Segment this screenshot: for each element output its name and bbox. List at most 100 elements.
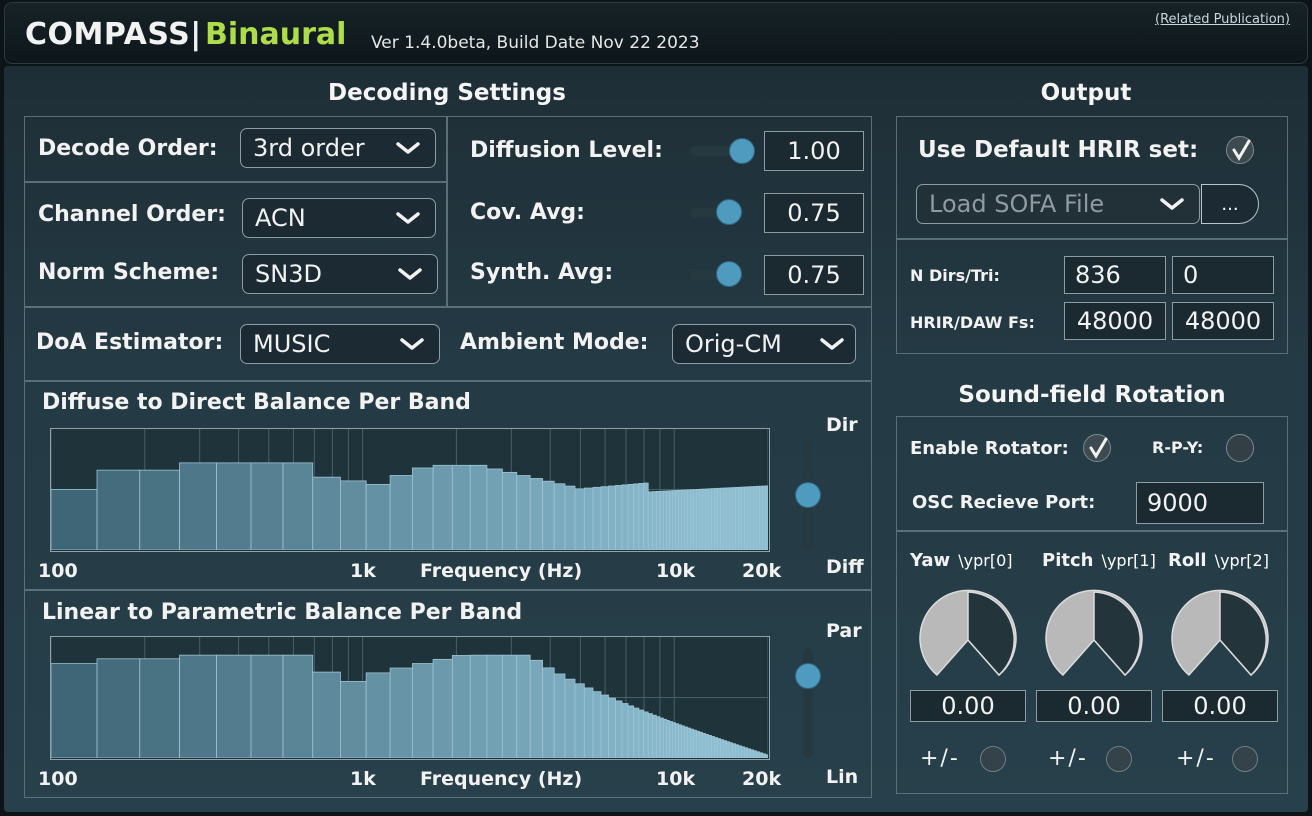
chevron-down-icon [820, 338, 844, 350]
diffuse-balance-graph [51, 429, 769, 551]
band-bar [729, 487, 733, 551]
band-bar [708, 735, 712, 759]
band-bar [486, 468, 503, 551]
synth-avg-label: Synth. Avg: [470, 260, 614, 285]
dir-label: Dir [826, 414, 858, 436]
band-bar [615, 700, 623, 759]
band-bar [720, 739, 724, 759]
rpy-checkbox[interactable] [1226, 434, 1254, 462]
x-tick-10k: 10k [656, 560, 696, 582]
roll-osc-label: \ypr[2] [1214, 551, 1269, 570]
band-bar [501, 471, 518, 551]
decoding-settings-title: Decoding Settings [328, 80, 566, 106]
diffusion-level-slider-thumb[interactable] [729, 138, 755, 164]
channel-order-dropdown[interactable]: ACN [242, 198, 436, 238]
band-bar [627, 483, 635, 551]
linear-balance-plot[interactable] [50, 636, 770, 760]
band-bar [621, 703, 629, 759]
pitch-value[interactable]: 0.00 [1036, 690, 1152, 722]
diffusion-level-value[interactable]: 1.00 [764, 131, 864, 171]
band-bar [608, 485, 616, 551]
band-bar [762, 753, 766, 759]
band-bar [553, 673, 566, 759]
linear-master-slider-thumb[interactable] [795, 662, 821, 689]
band-bar [432, 658, 453, 759]
osc-port-input[interactable]: 9000 [1136, 482, 1264, 524]
pitch-flip-label: +/- [1048, 746, 1088, 771]
doa-estimator-dropdown[interactable]: MUSIC [240, 324, 440, 364]
band-bar [600, 486, 609, 551]
band-bar [501, 654, 518, 759]
x-tick-20k: 20k [742, 560, 782, 582]
diffuse-master-slider-thumb[interactable] [795, 482, 821, 508]
band-bar [312, 671, 341, 759]
chevron-down-icon [396, 142, 420, 154]
band-bar [451, 655, 471, 759]
band-bar [711, 488, 715, 551]
checkmark-icon [1089, 437, 1108, 459]
band-bar [678, 724, 682, 759]
band-bar [684, 489, 688, 551]
band-bar [282, 654, 314, 759]
band-bar [753, 486, 757, 551]
hrir-daw-fs-label: HRIR/DAW Fs: [910, 313, 1035, 332]
use-default-hrir-checkbox[interactable] [1226, 136, 1254, 164]
band-bar [600, 694, 609, 759]
load-sofa-dropdown[interactable]: Load SOFA File [916, 184, 1200, 224]
band-bar [250, 462, 284, 551]
roll-knob[interactable] [1168, 588, 1272, 682]
synth-avg-value[interactable]: 0.75 [764, 255, 864, 295]
roll-flip-toggle[interactable] [1232, 746, 1258, 772]
band-bar [469, 654, 488, 759]
ambient-mode-value: Orig-CM [685, 330, 782, 358]
band-bar [744, 747, 748, 759]
band-bar [732, 487, 736, 551]
band-bar [696, 730, 700, 759]
x-tick-20k: 20k [742, 768, 782, 790]
band-bar [486, 654, 503, 759]
norm-scheme-dropdown[interactable]: SN3D [242, 254, 438, 294]
band-bar [608, 697, 616, 759]
chevron-down-icon [398, 268, 422, 280]
band-bar [669, 721, 673, 759]
band-bar [621, 484, 629, 551]
band-bar [702, 732, 706, 759]
yaw-flip-toggle[interactable] [980, 746, 1006, 772]
roll-value[interactable]: 0.00 [1162, 690, 1278, 722]
par-label: Par [826, 620, 862, 642]
band-bar [529, 659, 544, 759]
band-bar [666, 490, 670, 551]
band-bar [51, 489, 98, 551]
band-bar [411, 663, 434, 759]
band-bar [655, 716, 661, 759]
band-bar [756, 751, 760, 759]
ambient-mode-dropdown[interactable]: Orig-CM [672, 324, 856, 364]
pitch-flip-toggle[interactable] [1106, 746, 1132, 772]
x-axis-label: Frequency (Hz) [420, 560, 583, 582]
related-publication-link[interactable]: (Related Publication) [1155, 12, 1290, 27]
title-bar: COMPASS| Binaural Ver 1.4.0beta, Build D… [4, 2, 1308, 64]
cov-avg-value[interactable]: 0.75 [764, 193, 864, 233]
yaw-knob[interactable] [916, 588, 1020, 682]
band-bar [542, 667, 555, 759]
band-bar [693, 729, 697, 759]
enable-rotator-checkbox[interactable] [1083, 434, 1111, 462]
doa-estimator-value: MUSIC [253, 330, 331, 358]
pitch-knob[interactable] [1042, 588, 1146, 682]
band-bar [738, 745, 742, 759]
band-bar [702, 488, 706, 551]
yaw-value[interactable]: 0.00 [910, 690, 1026, 722]
band-bar [662, 718, 667, 759]
cov-avg-slider-thumb[interactable] [716, 199, 742, 225]
band-bar [365, 672, 391, 759]
diffuse-balance-plot[interactable] [50, 428, 770, 552]
band-bar [659, 490, 664, 551]
chevron-down-icon [396, 212, 420, 224]
band-bar [638, 709, 645, 759]
band-bar [756, 485, 760, 551]
band-bar [179, 654, 217, 759]
synth-avg-slider-thumb[interactable] [716, 261, 742, 287]
decode-order-dropdown[interactable]: 3rd order [240, 128, 436, 168]
browse-sofa-button[interactable]: ... [1201, 184, 1259, 224]
load-sofa-label: Load SOFA File [929, 190, 1105, 218]
